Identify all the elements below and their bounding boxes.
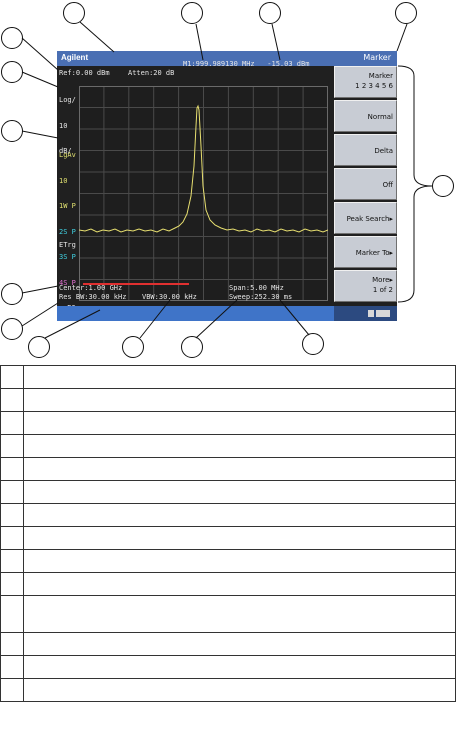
table-row [0, 549, 456, 573]
table-row [0, 457, 456, 481]
table-row [0, 480, 456, 504]
table-row [0, 526, 456, 550]
callout-leader-lines [21, 21, 433, 339]
table-row [0, 595, 456, 633]
table-row [0, 411, 456, 435]
table-row [0, 572, 456, 596]
table-row [0, 678, 456, 702]
table-row [0, 434, 456, 458]
table-row [0, 632, 456, 656]
table-row [0, 503, 456, 527]
table-row [0, 655, 456, 679]
callout-legend-table [0, 365, 456, 702]
table-row [0, 365, 456, 389]
table-row [0, 388, 456, 412]
